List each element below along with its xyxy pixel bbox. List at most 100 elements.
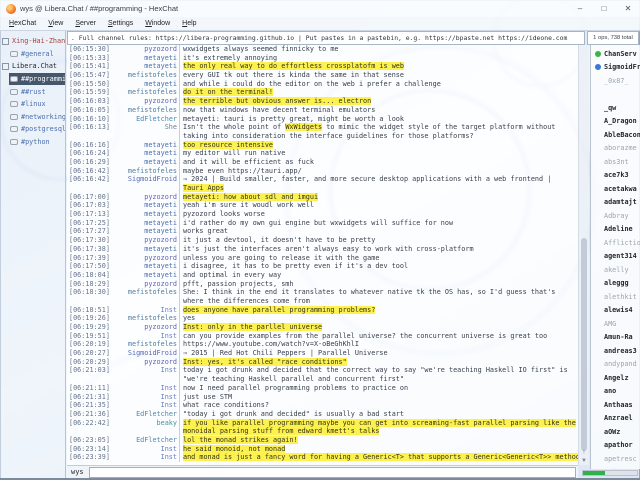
nick-label[interactable]: metayeti: [111, 271, 177, 280]
nick-label[interactable]: mefistofeles: [111, 167, 177, 176]
userlist-item-ano[interactable]: ano: [591, 385, 640, 399]
nick-label[interactable]: mefistofeles: [111, 314, 177, 323]
nick-label[interactable]: metayeti: [111, 54, 177, 63]
userlist-item-Anthaas[interactable]: Anthaas: [591, 398, 640, 412]
sidebar-item-Xing-Hai-Zhan[interactable]: Xing-Hai-Zhan: [0, 35, 65, 48]
nick-label[interactable]: metayeti: [111, 201, 177, 210]
message-input[interactable]: [89, 467, 576, 478]
menu-item-help[interactable]: Help: [176, 19, 202, 28]
nick-label[interactable]: metayeti: [111, 219, 177, 228]
nick-label[interactable]: mefistofeles: [111, 288, 177, 297]
nick-label[interactable]: SigmoidFroid: [111, 349, 177, 358]
userlist-item-Amun-Ra[interactable]: Amun-Ra: [591, 331, 640, 345]
nick-label[interactable]: pyzozord: [111, 45, 177, 54]
userlist-item-apathor[interactable]: apathor: [591, 439, 640, 453]
userlist-item-akelly[interactable]: akelly: [591, 263, 640, 277]
menu-item-settings[interactable]: Settings: [102, 19, 139, 28]
topic-bar[interactable]: . Full channel rules: https://libera-pro…: [67, 31, 585, 45]
nick-label[interactable]: mefistofeles: [111, 88, 177, 97]
userlist-item-ChanServ[interactable]: ChanServ: [591, 47, 640, 61]
nick-label[interactable]: Inst: [111, 306, 177, 315]
userlist-item-alewis4[interactable]: alewis4: [591, 304, 640, 318]
sidebar-item-python[interactable]: #python: [0, 136, 65, 149]
nick-label[interactable]: metayeti: [111, 62, 177, 71]
userlist-item-adamtajt[interactable]: adamtajt: [591, 196, 640, 210]
userlist-item-A_Dragon[interactable]: A_Dragon: [591, 115, 640, 129]
userlist-item-aOWz[interactable]: aOWz: [591, 425, 640, 439]
nick-label[interactable]: EdFletcher: [111, 436, 177, 445]
nick-label[interactable]: pyzozord: [111, 323, 177, 332]
nick-label[interactable]: pyzozord: [111, 97, 177, 106]
scrollbar-thumb[interactable]: [581, 238, 587, 451]
sidebar-item-postgresql[interactable]: #postgresql: [0, 123, 65, 136]
maximize-button[interactable]: □: [592, 0, 616, 17]
nick-label[interactable]: mefistofeles: [111, 71, 177, 80]
nick-label[interactable]: Inst: [111, 393, 177, 402]
sidebar-item-general[interactable]: #general: [0, 48, 65, 61]
nick-label[interactable]: metayeti: [111, 149, 177, 158]
userlist-item-_qw[interactable]: _qw: [591, 101, 640, 115]
userlist-item-Adeline[interactable]: Adeline: [591, 223, 640, 237]
nick-label[interactable]: metayeti: [111, 141, 177, 150]
nick-label[interactable]: pyzozord: [111, 254, 177, 263]
userlist-item-SigmoidFroid[interactable]: SigmoidFroid: [591, 61, 640, 75]
userlist-item-aborazme[interactable]: aborazme: [591, 142, 640, 156]
nick-label[interactable]: beaky: [111, 419, 177, 428]
nick-label[interactable]: mefistofeles: [111, 340, 177, 349]
userlist-item-ace7k3[interactable]: ace7k3: [591, 169, 640, 183]
scroll-down-arrow-icon[interactable]: ▼: [579, 458, 589, 464]
userlist-item-andreas3[interactable]: andreas3: [591, 344, 640, 358]
nick-label[interactable]: Inst: [111, 384, 177, 393]
userlist-item-_0x87_[interactable]: _0x87_: [591, 74, 640, 88]
nick-label[interactable]: EdFletcher: [111, 115, 177, 124]
userlist-item-AMG[interactable]: AMG: [591, 317, 640, 331]
nick-label[interactable]: metayeti: [111, 262, 177, 271]
nick-label[interactable]: pyzozord: [111, 236, 177, 245]
nick-label[interactable]: Inst: [111, 366, 177, 375]
userlist-item-apetresc[interactable]: apetresc: [591, 452, 640, 466]
nick-label[interactable]: pyzozord: [111, 358, 177, 367]
userlist-item-Affliction[interactable]: Affliction: [591, 236, 640, 250]
nick-label[interactable]: metayeti: [111, 158, 177, 167]
sidebar-item-networking[interactable]: #networking: [0, 111, 65, 124]
userlist-item-alethkit[interactable]: alethkit: [591, 290, 640, 304]
nick-label[interactable]: SigmoidFroid: [111, 175, 177, 184]
close-button[interactable]: ✕: [616, 0, 640, 17]
nick-button[interactable]: wys: [67, 468, 89, 476]
topic-text: . Full channel rules: https://libera-pro…: [68, 34, 567, 42]
userlist-item-abs3nt[interactable]: abs3nt: [591, 155, 640, 169]
userlist-item-agent314[interactable]: agent314: [591, 250, 640, 264]
timestamp: [06:16:42]: [67, 175, 111, 184]
nick-label[interactable]: pyzozord: [111, 193, 177, 202]
minimize-button[interactable]: –: [568, 0, 592, 17]
nick-label[interactable]: metayeti: [111, 227, 177, 236]
nick-label[interactable]: metayeti: [111, 210, 177, 219]
nick-label[interactable]: EdFletcher: [111, 410, 177, 419]
nick-label[interactable]: metayeti: [111, 245, 177, 254]
sidebar-item-linux[interactable]: #linux: [0, 98, 65, 111]
nick-label[interactable]: Inst: [111, 332, 177, 341]
nick-label[interactable]: mefistofeles: [111, 106, 177, 115]
nick-label[interactable]: Inst: [111, 453, 177, 462]
userlist-item-Angelz[interactable]: Angelz: [591, 371, 640, 385]
userlist-item-acetakwa[interactable]: acetakwa: [591, 182, 640, 196]
userlist-item-Adbray[interactable]: Adbray: [591, 209, 640, 223]
sidebar-item-programming[interactable]: ##programming: [0, 73, 65, 86]
menu-item-server[interactable]: Server: [69, 19, 102, 28]
nick-label[interactable]: Inst: [111, 445, 177, 454]
userlist-item-AbleBacon[interactable]: AbleBacon: [591, 128, 640, 142]
nick-label[interactable]: She: [111, 123, 177, 132]
menu-item-view[interactable]: View: [42, 19, 69, 28]
nick-label[interactable]: metayeti: [111, 80, 177, 89]
nick-label[interactable]: pyzozord: [111, 280, 177, 289]
userlist-item-Anzrael[interactable]: Anzrael: [591, 412, 640, 426]
userlist-item-APic[interactable]: APic: [591, 466, 640, 470]
userlist-item-aleggg[interactable]: aleggg: [591, 277, 640, 291]
nick-label[interactable]: Inst: [111, 401, 177, 410]
sidebar-item-Libera.Chat[interactable]: Libera.Chat: [0, 60, 65, 73]
menu-item-window[interactable]: Window: [139, 19, 176, 28]
chat-scrollbar[interactable]: ! ▼: [578, 45, 589, 465]
menu-item-hexchat[interactable]: HexChat: [3, 19, 42, 28]
userlist-item-andypand[interactable]: andypand: [591, 358, 640, 372]
sidebar-item-rust[interactable]: ##rust: [0, 85, 65, 98]
